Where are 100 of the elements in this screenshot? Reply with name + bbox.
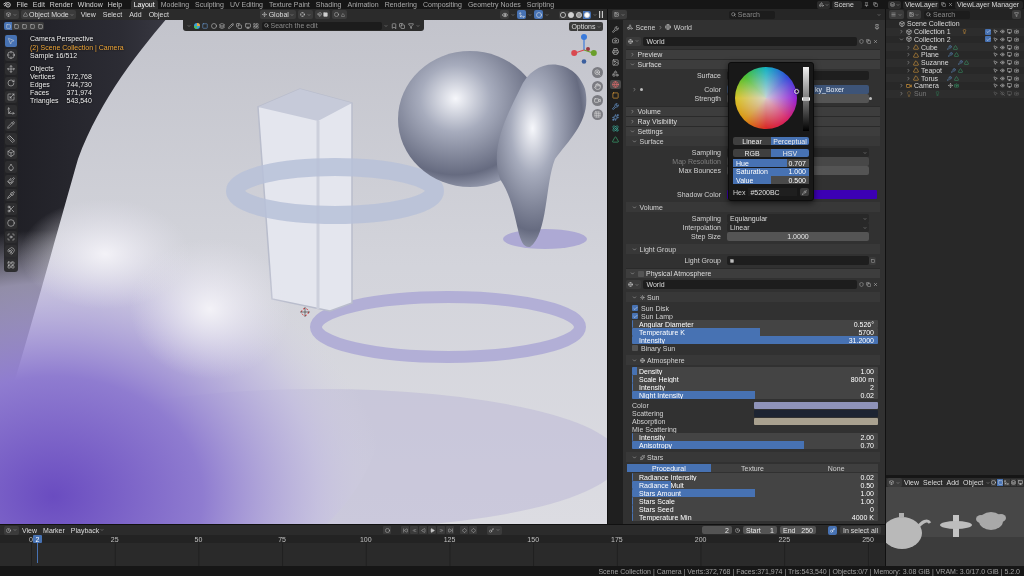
scene-selector[interactable] — [817, 0, 830, 9]
keyframe-button[interactable] — [460, 526, 469, 534]
select-mode-button[interactable] — [36, 22, 44, 30]
pin-icon[interactable] — [864, 2, 869, 7]
four-squares-icon[interactable] — [253, 22, 259, 29]
view-toggle-button[interactable] — [500, 10, 509, 19]
tool-button[interactable] — [5, 245, 17, 257]
view-toggle-button[interactable] — [997, 479, 1004, 486]
chevron-right-icon[interactable] — [906, 60, 911, 66]
jump-start-button[interactable] — [401, 526, 410, 534]
clock-icon[interactable] — [734, 527, 740, 533]
properties-tab[interactable] — [610, 134, 621, 144]
editor-type-button[interactable] — [889, 10, 904, 19]
eye-icon[interactable] — [1000, 75, 1005, 81]
editor-type-button[interactable] — [887, 478, 902, 487]
tool-button[interactable] — [5, 231, 17, 243]
checkbox[interactable] — [632, 345, 638, 351]
copy-icon[interactable] — [236, 22, 242, 29]
view-toggle-button[interactable] — [1010, 479, 1017, 486]
zoom-button[interactable] — [592, 67, 603, 78]
pencil-icon[interactable] — [227, 22, 234, 29]
properties-tab[interactable] — [610, 101, 621, 111]
play-button[interactable] — [428, 526, 437, 534]
eye-off-icon[interactable] — [1000, 91, 1005, 97]
properties-tab[interactable] — [610, 123, 621, 133]
tool-button[interactable] — [5, 49, 17, 61]
color-swatch[interactable] — [754, 401, 878, 409]
view-layer-selector[interactable] — [888, 0, 901, 9]
monitor-icon[interactable] — [1007, 67, 1012, 73]
properties-tab[interactable] — [610, 112, 621, 122]
display-mode-button[interactable] — [906, 10, 921, 19]
eye-icon[interactable] — [1000, 29, 1005, 35]
tool-button[interactable] — [5, 91, 17, 103]
value-slider-track[interactable] — [803, 67, 809, 131]
view-toggle-button[interactable] — [1004, 479, 1010, 486]
slider-handle[interactable] — [802, 97, 810, 101]
world-type-button[interactable] — [626, 36, 641, 46]
monitor-icon[interactable] — [244, 22, 251, 29]
layers-icon[interactable] — [219, 22, 225, 29]
monitor-icon[interactable] — [1007, 60, 1012, 66]
shading-button[interactable] — [575, 10, 583, 19]
tool-button[interactable] — [5, 63, 17, 75]
editor-type-button[interactable] — [4, 525, 19, 535]
tool-button[interactable] — [5, 147, 17, 159]
chevron-right-icon[interactable] — [632, 87, 637, 92]
copy-icon[interactable] — [866, 282, 871, 287]
shield-icon[interactable] — [859, 38, 864, 44]
tool-button[interactable] — [5, 217, 17, 229]
tool-button[interactable] — [5, 189, 17, 201]
close-icon[interactable] — [948, 2, 953, 7]
checkbox[interactable] — [632, 305, 638, 311]
properties-tab[interactable] — [610, 68, 621, 78]
monitor-icon[interactable] — [1007, 44, 1012, 50]
eye-icon[interactable] — [1000, 52, 1005, 58]
eye-icon[interactable] — [1000, 60, 1005, 66]
editor-type-button[interactable] — [612, 10, 627, 19]
checkbox[interactable] — [637, 270, 644, 277]
chevron-down-icon[interactable] — [899, 36, 904, 42]
monitor-icon[interactable] — [1007, 52, 1012, 58]
record-button[interactable] — [383, 526, 392, 534]
search-field[interactable] — [727, 256, 869, 265]
previous-keyframe-button[interactable] — [410, 526, 419, 534]
copy-icon[interactable] — [873, 2, 878, 7]
checkbox[interactable] — [985, 36, 991, 43]
grid-view-button[interactable] — [592, 109, 603, 120]
filter-icon[interactable] — [407, 22, 414, 29]
tool-button[interactable] — [5, 133, 17, 145]
chevron-right-icon[interactable] — [899, 83, 904, 89]
checkbox[interactable] — [632, 313, 638, 319]
bookmark-icon[interactable] — [390, 22, 397, 29]
snap-button[interactable] — [314, 10, 331, 19]
close-icon[interactable] — [873, 282, 878, 287]
tool-button[interactable] — [5, 161, 17, 173]
tool-button[interactable] — [5, 259, 17, 271]
shading-button[interactable] — [583, 10, 591, 19]
monitor-icon[interactable] — [1007, 83, 1012, 89]
color-swatch[interactable] — [754, 409, 878, 417]
properties-tab[interactable] — [610, 57, 621, 67]
jump-end-button[interactable] — [446, 526, 455, 534]
eyedropper-button[interactable] — [800, 188, 809, 196]
pin-icon[interactable] — [874, 24, 880, 30]
pan-button[interactable] — [592, 81, 603, 92]
circle-icon[interactable] — [210, 22, 217, 29]
view-toggle-button[interactable] — [517, 10, 526, 19]
monitor-icon[interactable] — [1007, 29, 1012, 35]
camera-view-button[interactable] — [592, 95, 603, 106]
editor-type-button[interactable] — [4, 10, 19, 19]
properties-tab[interactable] — [610, 90, 621, 100]
keying-button[interactable] — [827, 525, 837, 535]
chevron-right-icon[interactable] — [906, 75, 911, 81]
copy-icon[interactable] — [866, 38, 871, 44]
select-mode-button[interactable] — [28, 22, 36, 30]
shading-button[interactable] — [567, 10, 575, 19]
axis-gizmo-icon[interactable] — [571, 34, 597, 64]
eye-icon[interactable] — [1000, 67, 1005, 73]
copy-icon[interactable] — [941, 2, 946, 7]
shield-icon[interactable] — [859, 282, 864, 287]
tool-button[interactable] — [5, 175, 17, 187]
pivot-dropdown[interactable] — [298, 10, 313, 19]
tool-button[interactable] — [5, 105, 17, 117]
